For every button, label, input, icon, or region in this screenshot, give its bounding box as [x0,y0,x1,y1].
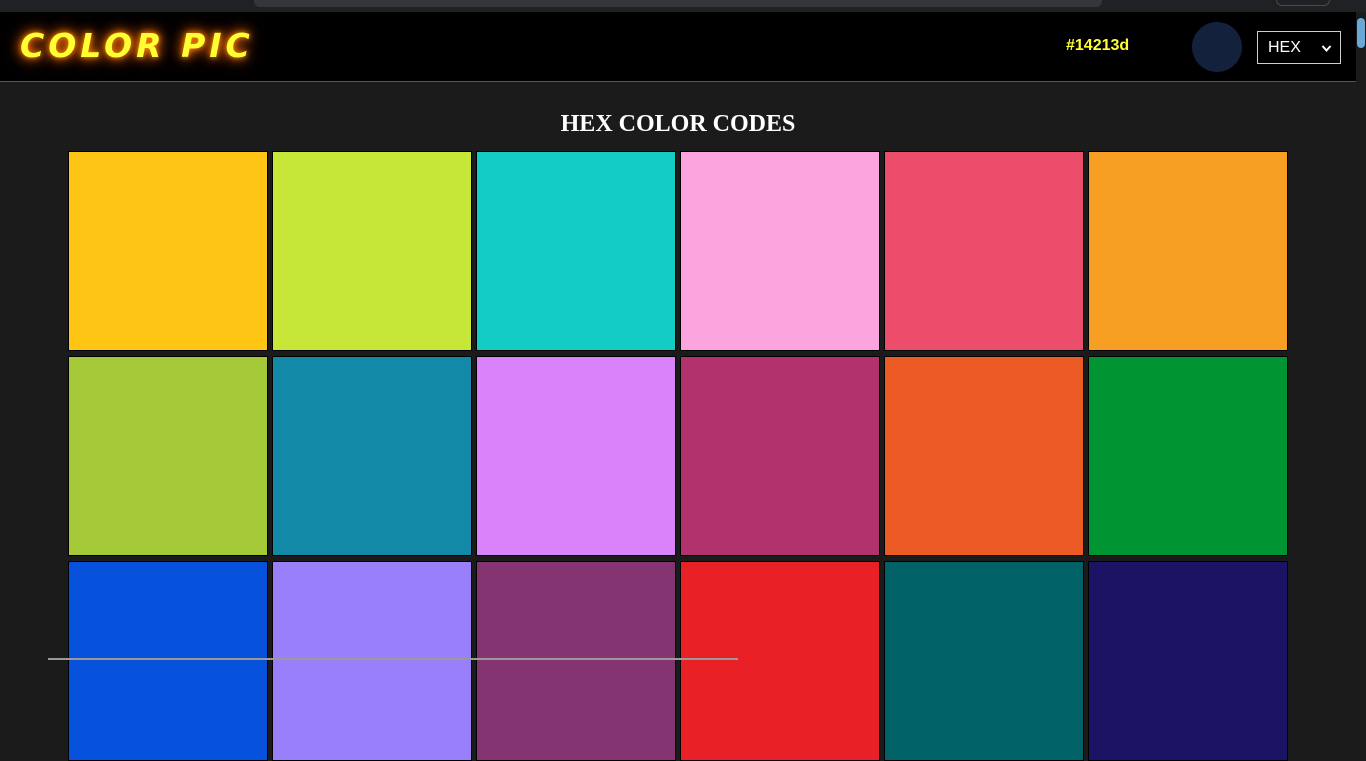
color-swatch[interactable] [1088,356,1288,556]
color-format-selected-value: HEX [1268,39,1301,56]
color-swatch[interactable] [1088,561,1288,761]
color-swatch[interactable] [272,151,472,351]
color-swatch[interactable] [1088,151,1288,351]
browser-tab-button[interactable] [1276,0,1330,6]
current-color-preview [1192,22,1242,72]
page-title: HEX COLOR CODES [560,111,796,137]
app-header: COLOR PIC #14213d HEX [0,12,1356,82]
color-swatch[interactable] [68,561,268,761]
color-swatch[interactable] [272,561,472,761]
page-scrollbar[interactable] [1356,12,1366,660]
color-swatch[interactable] [68,356,268,556]
color-swatch[interactable] [272,356,472,556]
current-color-code: #14213d [1066,37,1130,54]
color-swatch[interactable] [68,151,268,351]
color-swatch[interactable] [680,356,880,556]
color-swatch[interactable] [476,151,676,351]
color-swatch[interactable] [884,151,1084,351]
color-swatch[interactable] [680,151,880,351]
color-swatch[interactable] [680,561,880,761]
browser-top-strip [0,0,1366,12]
color-swatch[interactable] [476,356,676,556]
browser-address-bar[interactable] [254,0,1102,7]
color-swatch[interactable] [884,356,1084,556]
color-format-select[interactable]: HEX [1257,31,1341,64]
scrollbar-thumb[interactable] [1357,18,1365,48]
color-swatch[interactable] [884,561,1084,761]
color-swatch[interactable] [476,561,676,761]
color-swatch-grid [68,151,1290,761]
app-logo[interactable]: COLOR PIC [20,26,254,65]
chevron-down-icon [1321,33,1332,76]
